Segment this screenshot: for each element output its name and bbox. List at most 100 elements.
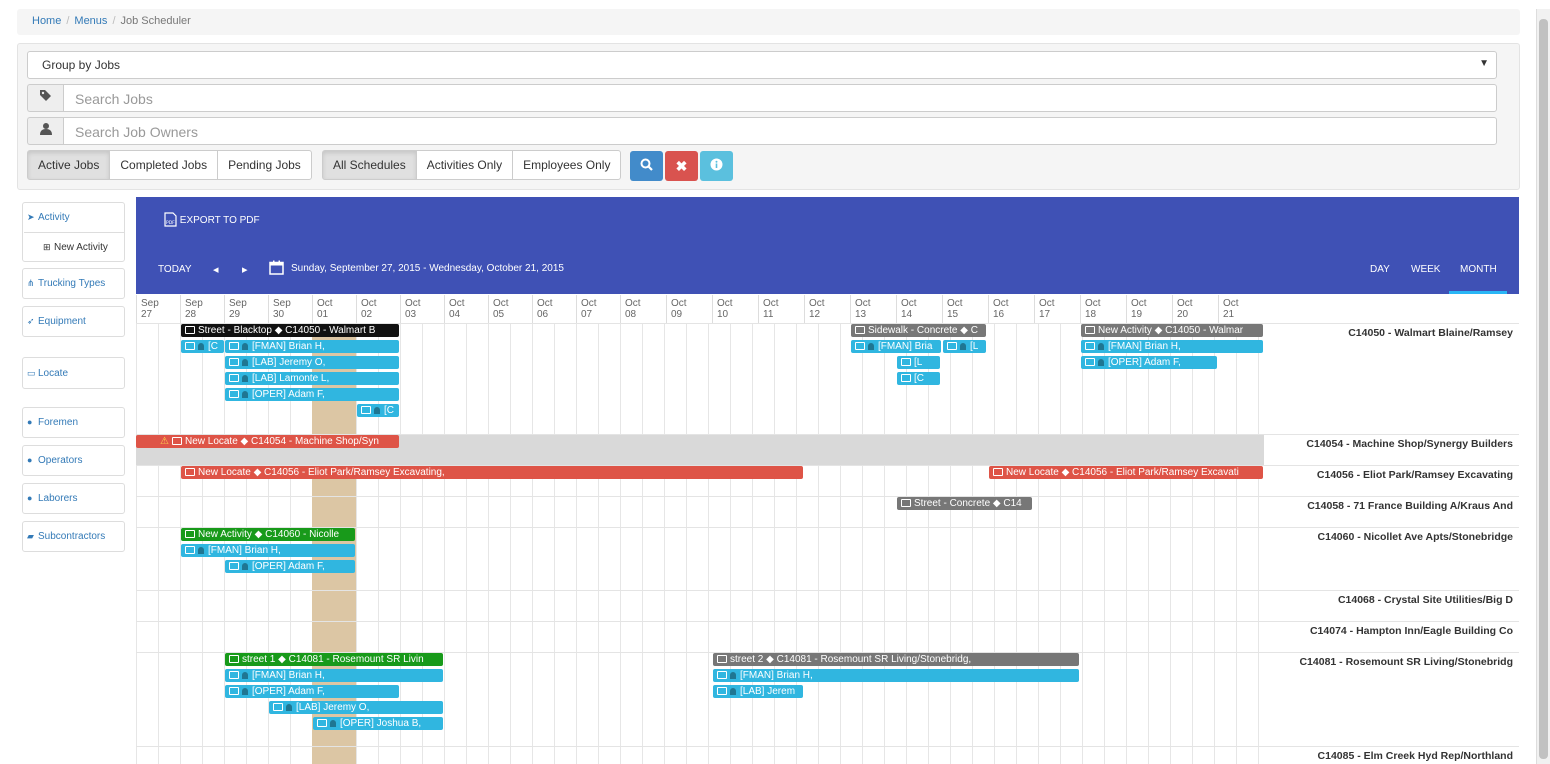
schedule-event[interactable]: [OPER] Adam F,: [225, 388, 399, 401]
edit-icon[interactable]: [361, 406, 371, 414]
prev-arrow-icon[interactable]: ◂: [213, 263, 219, 276]
edit-icon[interactable]: [229, 342, 239, 350]
schedule-event[interactable]: Street - Concrete ◆ C14: [897, 497, 1032, 510]
job-row-label[interactable]: C14060 - Nicollet Ave Apts/Stonebridge: [1318, 531, 1513, 543]
edit-icon[interactable]: [1085, 358, 1095, 366]
edit-icon[interactable]: [855, 326, 865, 334]
active-jobs-button[interactable]: Active Jobs: [27, 150, 111, 180]
activities-only-button[interactable]: Activities Only: [415, 150, 514, 180]
job-row-label[interactable]: C14081 - Rosemount SR Living/Stonebridg: [1299, 656, 1513, 668]
employees-only-button[interactable]: Employees Only: [512, 150, 622, 180]
edit-icon[interactable]: [229, 390, 239, 398]
next-arrow-icon[interactable]: ▸: [242, 263, 248, 276]
schedule-event[interactable]: [LAB] Jeremy O,: [269, 701, 443, 714]
completed-jobs-button[interactable]: Completed Jobs: [109, 150, 219, 180]
schedule-event[interactable]: [LAB] Lamonte L,: [225, 372, 399, 385]
schedule-event[interactable]: [OPER] Adam F,: [1081, 356, 1217, 369]
edit-icon[interactable]: [717, 671, 727, 679]
sidebar-item-operators[interactable]: ● Operators: [22, 445, 125, 476]
schedule-event[interactable]: ⚠ New Locate ◆ C14054 - Machine Shop/Syn: [136, 435, 399, 448]
edit-icon[interactable]: [901, 358, 911, 366]
schedule-event[interactable]: [C: [357, 404, 399, 417]
edit-icon[interactable]: [993, 468, 1003, 476]
edit-icon[interactable]: [185, 326, 195, 334]
schedule-event[interactable]: New Locate ◆ C14056 - Eliot Park/Ramsey …: [989, 466, 1263, 479]
edit-icon[interactable]: [1085, 326, 1095, 334]
edit-icon[interactable]: [185, 546, 195, 554]
view-week-tab[interactable]: WEEK: [1411, 264, 1440, 275]
edit-icon[interactable]: [855, 342, 865, 350]
edit-icon[interactable]: [229, 655, 239, 663]
job-row-label[interactable]: C14058 - 71 France Building A/Kraus And: [1307, 500, 1513, 512]
edit-icon[interactable]: [185, 530, 195, 538]
search-jobs-input[interactable]: Search Jobs: [63, 84, 1497, 112]
all-schedules-button[interactable]: All Schedules: [322, 150, 417, 180]
schedule-event[interactable]: [FMAN] Brian H,: [225, 669, 443, 682]
page-scrollbar[interactable]: [1536, 9, 1550, 764]
job-row-label[interactable]: C14074 - Hampton Inn/Eagle Building Co: [1310, 625, 1513, 637]
sidebar-item-locate[interactable]: ▭ Locate: [22, 357, 125, 389]
edit-icon[interactable]: [171, 437, 182, 445]
search-button[interactable]: [630, 151, 663, 181]
sidebar-item-activity[interactable]: ➤ Activity: [23, 203, 124, 232]
schedule-event[interactable]: [FMAN] Brian H,: [181, 544, 355, 557]
schedule-event[interactable]: [FMAN] Bria: [851, 340, 941, 353]
edit-icon[interactable]: [317, 719, 327, 727]
schedule-event[interactable]: [OPER] Adam F,: [225, 685, 399, 698]
edit-icon[interactable]: [229, 358, 239, 366]
edit-icon[interactable]: [229, 374, 239, 382]
edit-icon[interactable]: [901, 374, 911, 382]
info-button[interactable]: [700, 151, 733, 181]
edit-icon[interactable]: [229, 562, 239, 570]
edit-icon[interactable]: [1085, 342, 1095, 350]
breadcrumb-menus[interactable]: Menus: [74, 15, 107, 27]
schedule-event[interactable]: [OPER] Joshua B,: [313, 717, 443, 730]
schedule-event[interactable]: Street - Blacktop ◆ C14050 - Walmart B: [181, 324, 399, 337]
search-job-owners-input[interactable]: Search Job Owners: [63, 117, 1497, 145]
group-by-select[interactable]: Group by Jobs ▼: [27, 51, 1497, 79]
sidebar-item-equipment[interactable]: ➶ Equipment: [22, 306, 125, 337]
clear-button[interactable]: ✖: [665, 151, 698, 181]
breadcrumb-home[interactable]: Home: [32, 15, 61, 27]
schedule-event[interactable]: street 2 ◆ C14081 - Rosemount SR Living/…: [713, 653, 1079, 666]
schedule-event[interactable]: [FMAN] Brian H,: [225, 340, 399, 353]
view-month-tab[interactable]: MONTH: [1460, 264, 1497, 275]
schedule-event[interactable]: [FMAN] Brian H,: [713, 669, 1079, 682]
export-pdf-button[interactable]: PDF EXPORT TO PDF: [164, 212, 260, 227]
edit-icon[interactable]: [185, 468, 195, 476]
job-row-label[interactable]: C14068 - Crystal Site Utilities/Big D: [1338, 594, 1513, 606]
schedule-event[interactable]: [LAB] Jeremy O,: [225, 356, 399, 369]
view-day-tab[interactable]: DAY: [1370, 264, 1390, 275]
schedule-event[interactable]: New Activity ◆ C14060 - Nicolle: [181, 528, 355, 541]
schedule-event[interactable]: [LAB] Jerem: [713, 685, 803, 698]
sidebar-item-laborers[interactable]: ● Laborers: [22, 483, 125, 514]
edit-icon[interactable]: [273, 703, 283, 711]
schedule-event[interactable]: [L: [897, 356, 940, 369]
schedule-event[interactable]: street 1 ◆ C14081 - Rosemount SR Livin: [225, 653, 443, 666]
job-row-label[interactable]: C14054 - Machine Shop/Synergy Builders: [1306, 438, 1513, 450]
schedule-event[interactable]: New Activity ◆ C14050 - Walmar: [1081, 324, 1263, 337]
new-activity-button[interactable]: ⊞ New Activity: [24, 232, 124, 261]
job-row-label[interactable]: C14050 - Walmart Blaine/Ramsey: [1348, 327, 1513, 339]
schedule-event[interactable]: [C: [897, 372, 940, 385]
sidebar-item-trucking[interactable]: ⋔ Trucking Types: [22, 268, 125, 299]
job-row-label[interactable]: C14085 - Elm Creek Hyd Rep/Northland: [1318, 750, 1513, 762]
sidebar-item-subcontractors[interactable]: ▰ Subcontractors: [22, 521, 125, 552]
sidebar-item-foremen[interactable]: ● Foremen: [22, 407, 125, 438]
edit-icon[interactable]: [901, 499, 911, 507]
job-row-label[interactable]: C14056 - Eliot Park/Ramsey Excavating: [1317, 469, 1513, 481]
pending-jobs-button[interactable]: Pending Jobs: [217, 150, 312, 180]
edit-icon[interactable]: [947, 342, 957, 350]
schedule-event[interactable]: New Locate ◆ C14056 - Eliot Park/Ramsey …: [181, 466, 803, 479]
calendar-icon[interactable]: [269, 260, 284, 278]
schedule-event[interactable]: Sidewalk - Concrete ◆ C: [851, 324, 986, 337]
schedule-event[interactable]: [C: [181, 340, 224, 353]
schedule-event[interactable]: [FMAN] Brian H,: [1081, 340, 1263, 353]
edit-icon[interactable]: [229, 671, 239, 679]
today-button[interactable]: TODAY: [158, 264, 192, 275]
edit-icon[interactable]: [185, 342, 195, 350]
schedule-event[interactable]: [OPER] Adam F,: [225, 560, 355, 573]
edit-icon[interactable]: [717, 655, 727, 663]
edit-icon[interactable]: [717, 687, 727, 695]
schedule-event[interactable]: [L: [943, 340, 986, 353]
